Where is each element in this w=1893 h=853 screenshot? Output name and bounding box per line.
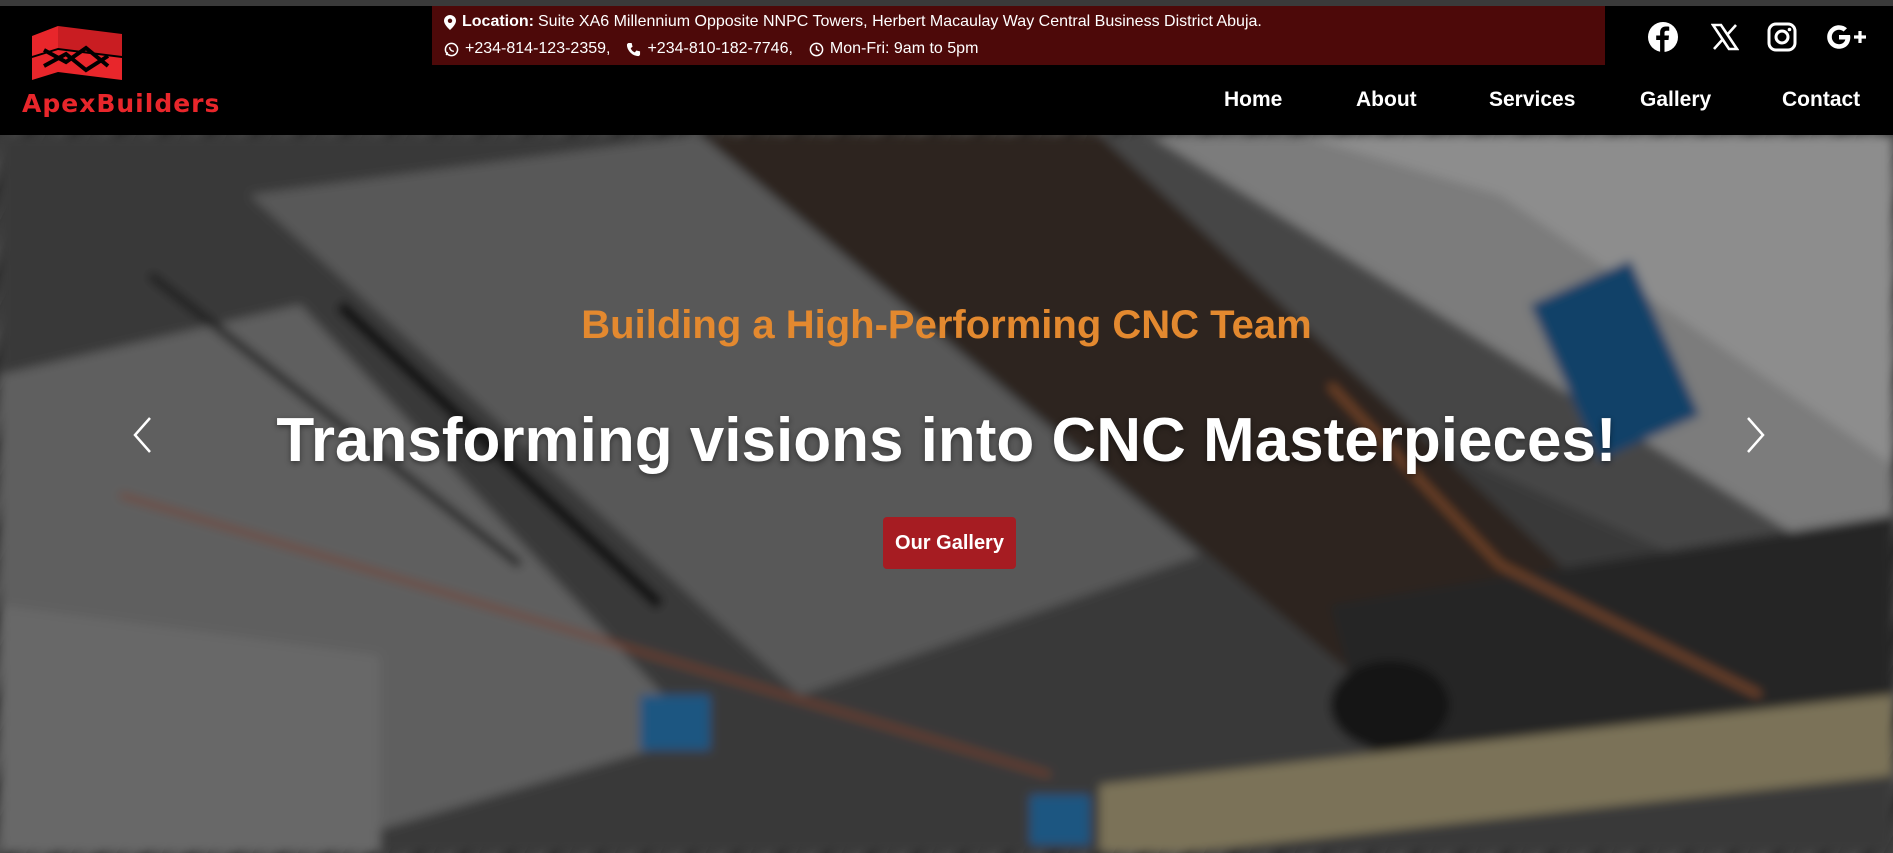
phone-item[interactable]: +234-810-182-7746, [626,40,793,58]
nav-services[interactable]: Services [1489,88,1575,118]
hero-headline: Transforming visions into CNC Masterpiec… [276,406,1617,475]
social-links [1605,6,1893,65]
hero-subtitle: Building a High-Performing CNC Team [581,303,1312,347]
location-label: Location: [462,13,534,30]
whatsapp-item[interactable]: +234-814-123-2359, [444,40,610,58]
facebook-icon[interactable] [1646,20,1680,54]
hours-item: Mon-Fri: 9am to 5pm [809,40,978,58]
nav-home[interactable]: Home [1224,88,1282,118]
phone-icon [627,42,641,56]
nav-contact[interactable]: Contact [1782,88,1860,118]
whatsapp-number: +234-814-123-2359, [465,40,611,57]
brand-name: ApexBuilders [22,89,221,118]
whatsapp-icon [444,42,459,56]
our-gallery-button[interactable]: Our Gallery [883,517,1016,569]
logo-mark-icon [32,26,122,80]
instagram-icon[interactable] [1765,20,1799,54]
phone-number: +234-810-182-7746, [647,40,793,57]
location-pin-icon [444,14,456,30]
x-icon[interactable] [1708,20,1742,54]
nav-about[interactable]: About [1356,88,1417,118]
contact-info-bar: Location: Suite XA6 Millennium Opposite … [432,6,1605,65]
hero-slider: Building a High-Performing CNC Team Tran… [0,135,1893,853]
brand-logo[interactable]: ApexBuilders [22,26,282,126]
slider-next-button[interactable] [1736,405,1776,465]
contact-row: +234-814-123-2359, +234-810-182-7746, Mo… [444,40,994,58]
location-text: Suite XA6 Millennium Opposite NNPC Tower… [538,13,1262,30]
opening-hours: Mon-Fri: 9am to 5pm [829,40,979,57]
chevron-left-icon [133,417,151,453]
chevron-right-icon [1747,417,1765,453]
hero-overlay [0,135,1893,853]
location-row: Location: Suite XA6 Millennium Opposite … [444,13,1262,31]
google-plus-icon[interactable] [1825,20,1869,54]
nav-gallery[interactable]: Gallery [1640,88,1711,118]
slider-prev-button[interactable] [122,405,162,465]
clock-icon [809,42,824,56]
